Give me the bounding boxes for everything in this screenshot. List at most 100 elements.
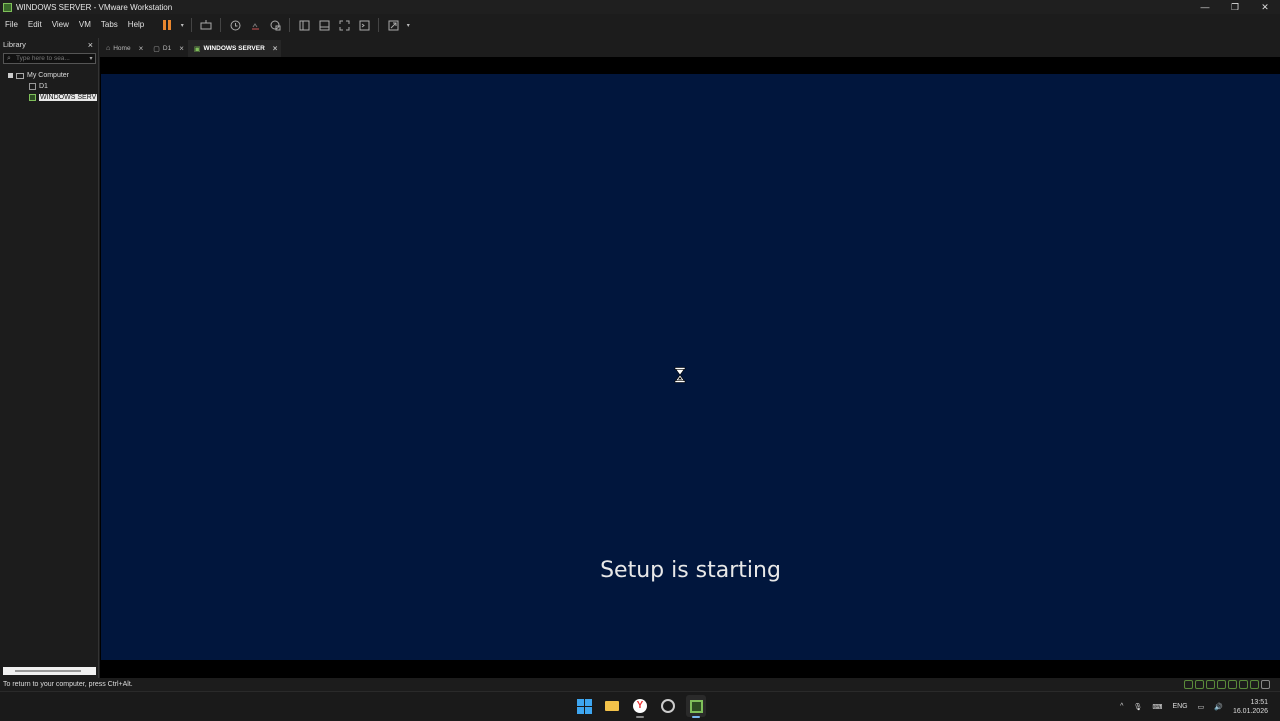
send-ctrl-alt-del-button[interactable] [197,17,215,33]
taskbar-apps: Y [574,695,706,718]
tree-item-my-computer[interactable]: My Computer [0,70,98,81]
chrome-button[interactable] [658,695,678,717]
tree-item-d1[interactable]: D1 [0,81,98,92]
tree-item-label: My Computer [27,72,70,79]
show-hidden-icons[interactable]: ^ [1120,703,1123,710]
toolbar-separator [378,18,380,32]
hard-disk-icon[interactable] [1184,680,1193,689]
revert-snapshot-button[interactable] [246,17,264,33]
language-indicator[interactable]: ENG [1172,703,1187,710]
close-tab-icon[interactable]: × [273,44,278,53]
library-panel: Library × ⌕ ▾ My Computer D1 WINDOWS SER… [0,38,99,678]
device-status-icons [1184,680,1270,689]
system-tray: ^ 🎙 ⌨ ENG ▭ 🔊 13:51 16.01.2026 [1120,692,1268,721]
clock[interactable]: 13:51 16.01.2026 [1233,698,1268,716]
status-bar: To return to your computer, press Ctrl+A… [0,678,1280,691]
tree-item-label: D1 [39,83,48,90]
tab-d1[interactable]: ▢ D1 × [147,40,188,57]
yandex-browser-button[interactable]: Y [630,695,650,718]
vmware-icon [689,699,703,713]
suspend-pause-button[interactable] [158,17,176,33]
snapshot-manager-button[interactable] [266,17,284,33]
sidebar-icon [299,20,310,30]
minimize-button[interactable]: — [1190,0,1220,14]
toolbar-separator [289,18,291,32]
menu-file[interactable]: File [0,14,23,36]
microphone-icon[interactable]: 🎙 [1133,703,1142,711]
close-window-button[interactable]: ✕ [1250,0,1280,14]
windows-logo-icon [576,698,592,714]
library-horizontal-scrollbar[interactable] [3,667,96,675]
stretch-icon [388,20,399,30]
clock-date: 16.01.2026 [1232,707,1268,715]
folder-icon [605,701,619,711]
snapshot-button[interactable] [226,17,244,33]
network-adapter-icon[interactable] [1206,680,1215,689]
status-message: To return to your computer, press Ctrl+A… [3,681,133,688]
restore-button[interactable]: ❐ [1220,0,1250,14]
file-explorer-button[interactable] [602,695,622,717]
window-controls: — ❐ ✕ [1190,0,1280,14]
clock-time: 13:51 [1250,698,1268,706]
tab-label: D1 [162,45,172,52]
fullscreen-icon [339,20,350,30]
usb-icon[interactable] [1217,680,1226,689]
library-search-input[interactable] [14,55,87,62]
sound-icon[interactable] [1228,680,1237,689]
vm-running-icon: ▣ [193,45,201,53]
window-title: WINDOWS SERVER - VMware Workstation [16,2,173,12]
toolbar: ▾ ▾ [157,14,413,36]
printer-icon[interactable] [1239,680,1248,689]
vm-icon [29,83,36,90]
library-title: Library [3,40,26,49]
windows-taskbar: Y ^ 🎙 ⌨ ENG ▭ 🔊 13:51 16.01.2026 [0,691,1280,720]
message-log-icon[interactable] [1261,680,1270,689]
clock-icon [230,20,241,30]
search-dropdown-icon[interactable]: ▾ [87,55,95,62]
computer-icon [16,72,24,79]
menu-help[interactable]: Help [123,14,149,36]
scrollbar-thumb[interactable] [15,670,81,672]
power-dropdown-icon[interactable]: ▾ [178,17,186,33]
library-search: ⌕ ▾ [3,53,96,64]
setup-status-text: Setup is starting [600,558,781,583]
menu-vm[interactable]: VM [74,14,96,36]
stretch-guest-button[interactable] [384,17,402,33]
title-bar: WINDOWS SERVER - VMware Workstation — ❐ … [0,0,1280,14]
running-indicator [636,716,644,718]
full-screen-button[interactable] [335,17,353,33]
start-button[interactable] [574,695,594,717]
show-library-button[interactable] [295,17,313,33]
pause-icon [163,20,172,30]
menu-edit[interactable]: Edit [23,14,47,36]
tree-item-label: WINDOWS SERV [39,94,98,101]
toolbar-separator [191,18,193,32]
stretch-dropdown-icon[interactable]: ▾ [404,17,412,33]
close-tab-icon[interactable]: × [139,44,144,53]
revert-icon [251,22,259,29]
vm-console[interactable]: Setup is starting [100,57,1280,678]
cd-dvd-icon[interactable] [1195,680,1204,689]
tab-windows-server[interactable]: ▣ WINDOWS SERVER × [187,40,282,57]
snapshot-manager-icon [270,20,281,30]
close-tab-icon[interactable]: × [179,44,184,53]
thumbnail-bar-button[interactable] [315,17,333,33]
network-icon[interactable]: ▭ [1198,703,1205,711]
vmware-workstation-button[interactable] [686,695,706,718]
display-icon[interactable] [1250,680,1259,689]
guest-screen[interactable]: Setup is starting [101,74,1280,660]
menu-view[interactable]: View [47,14,74,36]
yandex-browser-icon: Y [633,699,647,713]
close-library-icon[interactable]: × [88,38,93,52]
keyboard-layout-icon[interactable]: ⌨ [1152,703,1162,711]
tree-item-windows-server[interactable]: WINDOWS SERV [0,92,98,103]
collapse-icon[interactable] [8,73,13,78]
menu-tabs[interactable]: Tabs [96,14,123,36]
vm-icon: ▢ [153,45,160,53]
toolbar-separator [220,18,222,32]
tab-label: WINDOWS SERVER [203,45,265,52]
tab-home[interactable]: ⌂ Home × [100,40,147,57]
search-icon: ⌕ [7,54,11,62]
volume-icon[interactable]: 🔊 [1214,703,1223,711]
console-view-button[interactable] [355,17,373,33]
